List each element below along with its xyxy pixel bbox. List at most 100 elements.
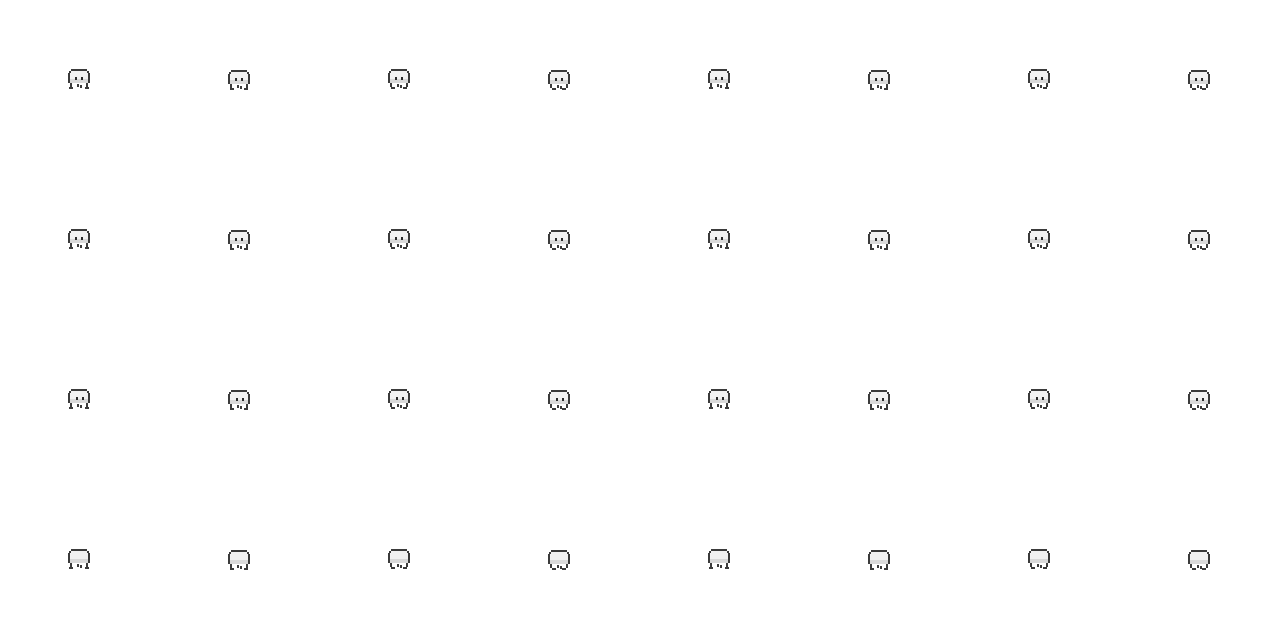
ghost-sprite-icon (708, 229, 730, 249)
ghost-leg-right (244, 88, 248, 90)
ghost-leg-left (1031, 87, 1035, 89)
sprite-frame-walk-down-8 (1120, 0, 1280, 160)
ghost-head-top (391, 389, 407, 391)
ghost-leg-left (552, 88, 556, 90)
ghost-leg-left (391, 247, 395, 249)
ghost-eye-left (396, 397, 398, 400)
ghost-eye-left (555, 238, 557, 241)
ghost-head-top (711, 549, 727, 551)
sprite-frame-walk-up-4 (480, 480, 640, 640)
sprite-frame-walk-down-4 (480, 0, 640, 160)
ghost-eye-left (76, 397, 78, 400)
ghost-leg-right (85, 87, 89, 89)
sprite-frame-walk-side-5 (640, 320, 800, 480)
ghost-leg-left (1192, 248, 1196, 250)
ghost-eye-left (1035, 237, 1037, 240)
ghost-leg-left (391, 407, 395, 409)
ghost-eye-right (1042, 397, 1044, 400)
ghost-leg-left (1031, 247, 1035, 249)
ghost-leg-left (709, 87, 713, 89)
sprite-frame-walk-down-6 (800, 0, 960, 160)
ghost-sprite-icon (388, 549, 410, 569)
ghost-head-top (71, 229, 87, 231)
ghost-leg-left (1031, 567, 1035, 569)
ghost-leg-right (244, 408, 248, 410)
ghost-eye-left (556, 398, 558, 401)
ghost-sprite-icon (68, 229, 90, 249)
ghost-leg-right (1043, 247, 1047, 249)
ghost-sprite-icon (708, 549, 730, 569)
sprite-sheet (0, 0, 1280, 640)
ghost-eye-left (875, 238, 877, 241)
ghost-sprite-icon (1188, 70, 1210, 90)
ghost-leg-left (69, 87, 73, 89)
ghost-sprite-icon (228, 230, 250, 250)
sprite-frame-walk-down-5 (640, 0, 800, 160)
ghost-eye-right (1041, 77, 1043, 80)
ghost-leg-left (230, 408, 234, 410)
ghost-eye-left (1196, 398, 1198, 401)
ghost-leg-left (552, 568, 556, 570)
ghost-sprite-icon (868, 230, 890, 250)
ghost-sprite-icon (388, 229, 410, 249)
ghost-eye-left (75, 77, 77, 80)
ghost-sprite-icon (68, 389, 90, 409)
ghost-eye-right (722, 397, 724, 400)
ghost-sprite-icon (868, 70, 890, 90)
ghost-leg-right (1202, 568, 1206, 570)
ghost-leg-right (244, 568, 248, 570)
ghost-head-top (71, 389, 87, 391)
ghost-leg-left (870, 248, 874, 250)
ghost-leg-right (1043, 567, 1047, 569)
sprite-frame-walk-down-7 (960, 0, 1120, 160)
ghost-eye-left (555, 78, 557, 81)
ghost-leg-left (1031, 407, 1035, 409)
ghost-head-top (1191, 230, 1207, 232)
ghost-eye-right (241, 238, 243, 241)
ghost-leg-left (391, 567, 395, 569)
ghost-sprite-icon (228, 70, 250, 90)
ghost-leg-right (562, 408, 566, 410)
ghost-sprite-icon (1188, 550, 1210, 570)
ghost-head-top (1191, 550, 1207, 552)
ghost-head-top (1031, 229, 1047, 231)
ghost-eye-left (715, 77, 717, 80)
ghost-eye-right (561, 78, 563, 81)
ghost-head-top (711, 229, 727, 231)
sprite-frame-walk-up-7 (960, 480, 1120, 640)
ghost-eye-right (1041, 237, 1043, 240)
ghost-eye-left (75, 237, 77, 240)
ghost-head-top (71, 549, 87, 551)
ghost-leg-right (85, 567, 89, 569)
ghost-eye-right (881, 238, 883, 241)
ghost-sprite-icon (868, 550, 890, 570)
ghost-eye-right (1201, 78, 1203, 81)
ghost-leg-right (725, 247, 729, 249)
ghost-sprite-icon (1028, 229, 1050, 249)
ghost-sprite-icon (548, 70, 570, 90)
ghost-head-top (391, 549, 407, 551)
sprite-frame-walk-down-3 (320, 0, 480, 160)
ghost-eye-left (236, 398, 238, 401)
ghost-leg-right (403, 407, 407, 409)
sprite-frame-walk-down-1 (0, 0, 160, 160)
ghost-eye-left (1036, 397, 1038, 400)
ghost-leg-right (1043, 87, 1047, 89)
ghost-leg-right (725, 567, 729, 569)
ghost-leg-left (870, 568, 874, 570)
ghost-leg-right (884, 408, 888, 410)
ghost-leg-right (562, 248, 566, 250)
sprite-frame-walk-side-2 (160, 320, 320, 480)
ghost-leg-left (709, 407, 713, 409)
ghost-head-top (1031, 69, 1047, 71)
ghost-eye-left (235, 238, 237, 241)
ghost-head-top (391, 69, 407, 71)
ghost-sprite-icon (548, 550, 570, 570)
sprite-frame-walk-up-2 (160, 480, 320, 640)
ghost-leg-right (1043, 407, 1047, 409)
ghost-head-top (871, 70, 887, 72)
ghost-leg-right (1202, 88, 1206, 90)
ghost-sprite-icon (1028, 69, 1050, 89)
ghost-leg-right (884, 568, 888, 570)
sprite-frame-walk-side-7 (960, 320, 1120, 480)
